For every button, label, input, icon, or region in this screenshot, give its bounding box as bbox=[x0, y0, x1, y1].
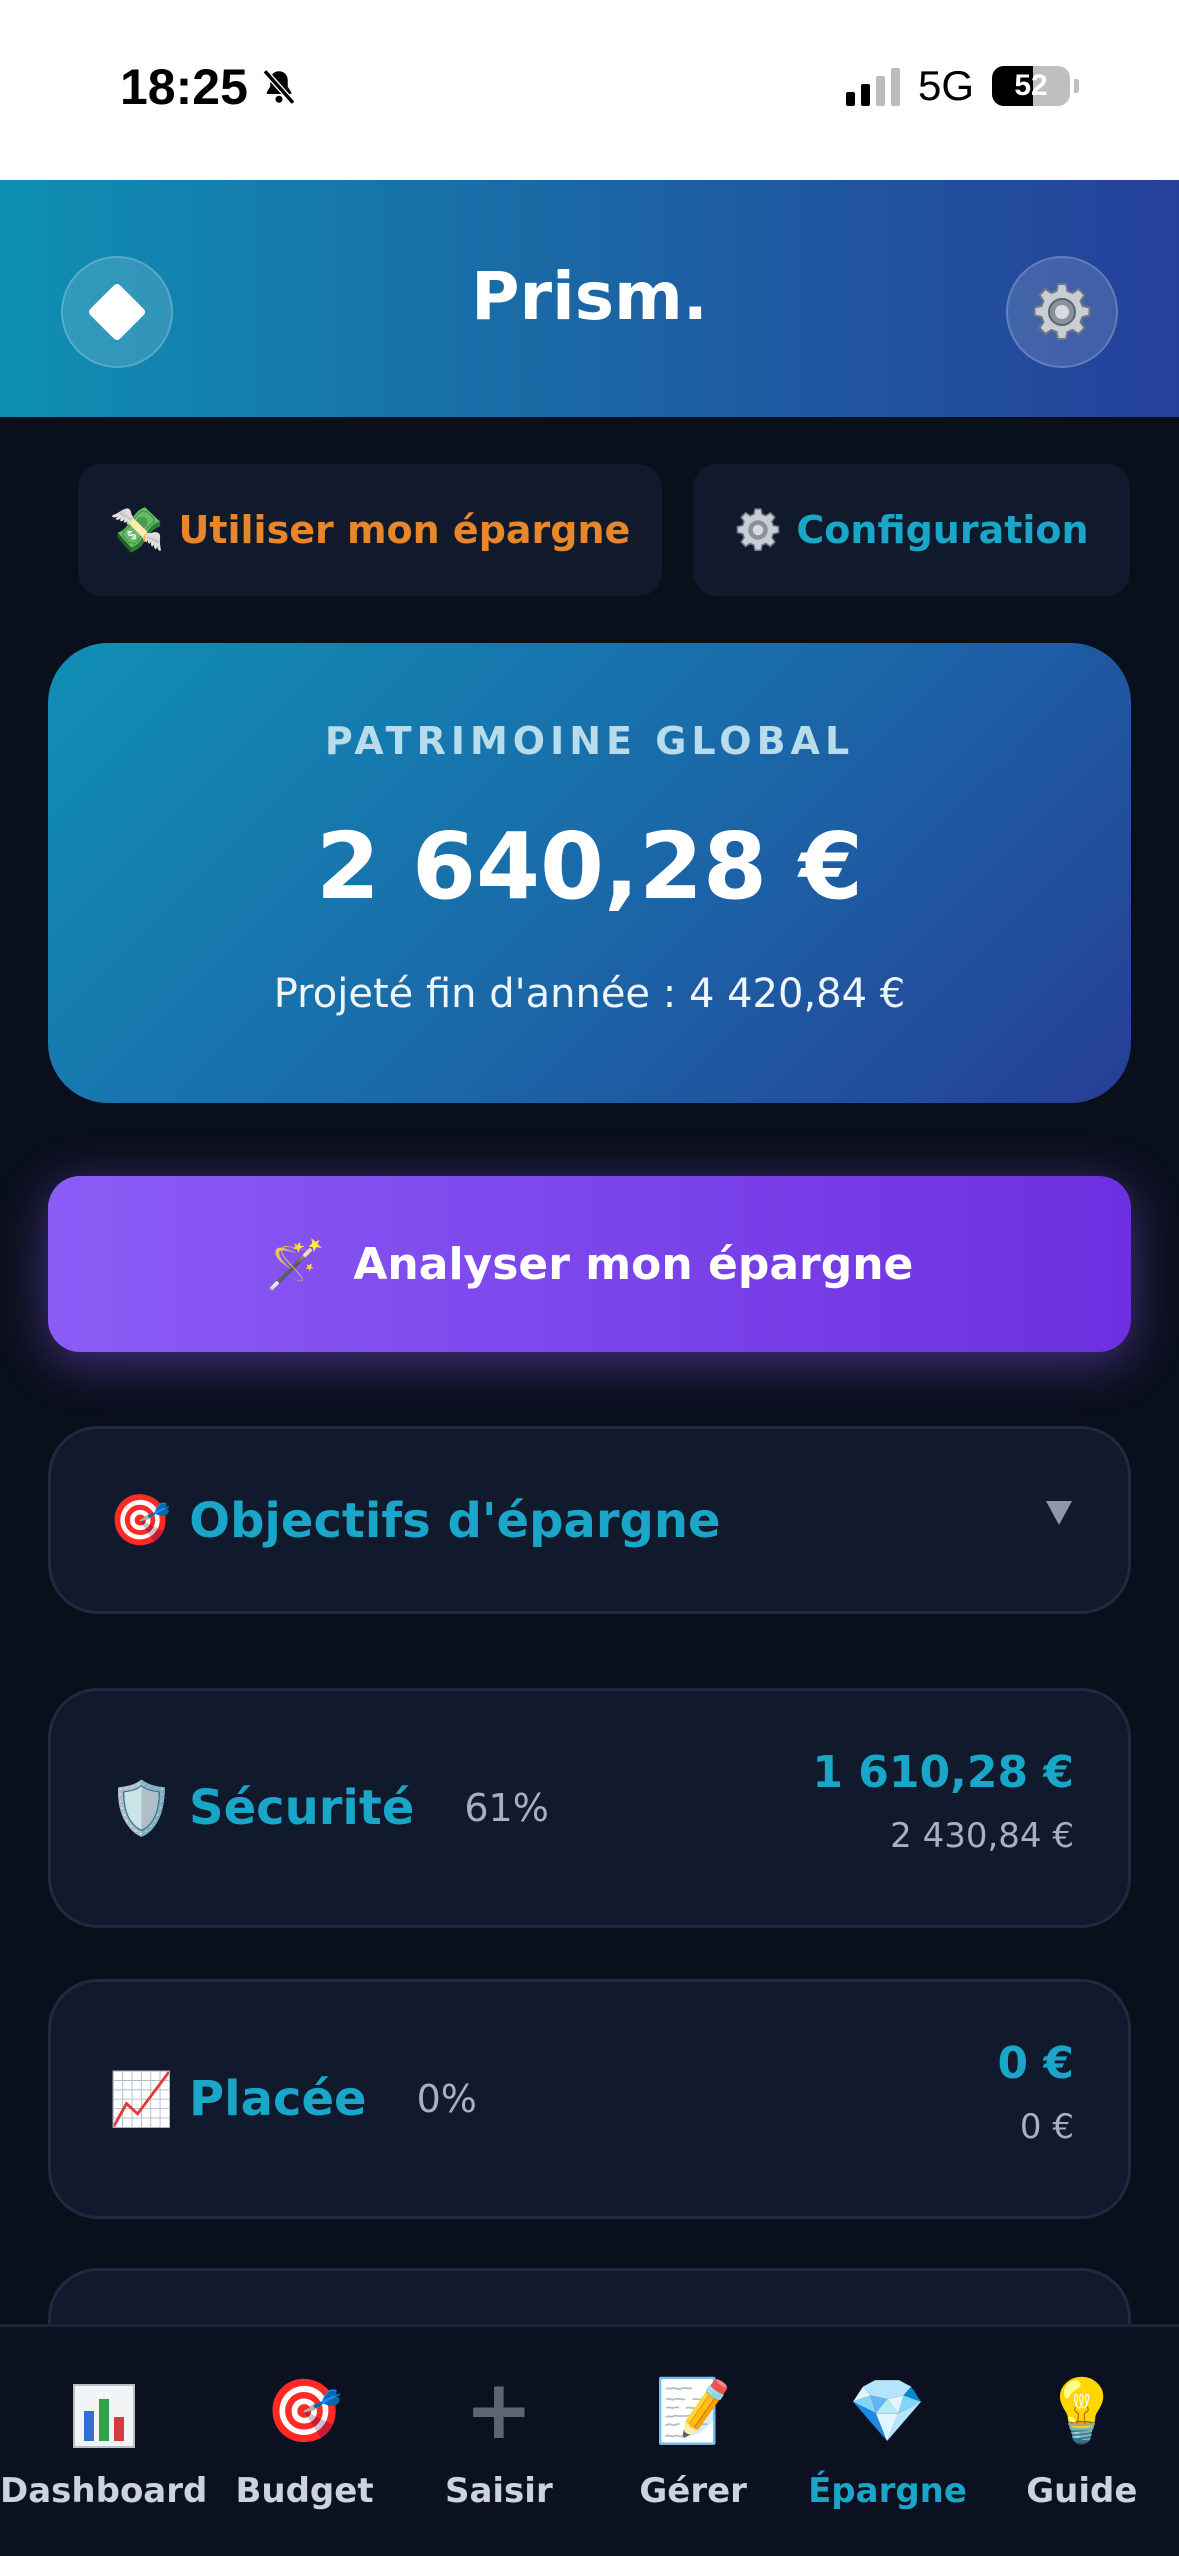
use-savings-button[interactable]: 💸 Utiliser mon épargne bbox=[78, 464, 662, 596]
savings-name: Sécurité bbox=[189, 1780, 415, 1836]
bell-slash-icon bbox=[262, 69, 296, 105]
status-bar: 18:25 5G 52 bbox=[0, 0, 1179, 180]
nav-label: Guide bbox=[1026, 2471, 1138, 2511]
objectives-header: 🎯 Objectifs d'épargne bbox=[109, 1491, 721, 1550]
bottom-nav: Dashboard 🎯 Budget + Saisir 📝 Gérer 💎 Ép… bbox=[0, 2324, 1179, 2556]
bar-chart-icon bbox=[72, 2384, 135, 2448]
savings-target: 0 € bbox=[1019, 2107, 1074, 2147]
savings-percent: 0% bbox=[416, 2077, 477, 2121]
savings-card-placee[interactable]: 📈 Placée 0% 0 € 0 € bbox=[48, 1979, 1131, 2219]
app-header: Prism. bbox=[0, 180, 1179, 417]
savings-percent: 61% bbox=[464, 1786, 549, 1830]
battery-icon: 52 bbox=[992, 66, 1070, 106]
shield-icon: 🛡️ bbox=[109, 1778, 174, 1839]
nav-item-guide[interactable]: 💡 Guide bbox=[985, 2327, 1179, 2556]
configuration-label: Configuration bbox=[796, 508, 1089, 552]
savings-amount: 1 610,28 € bbox=[812, 1747, 1074, 1798]
target-icon: 🎯 bbox=[109, 1491, 172, 1549]
gem-icon: 💎 bbox=[848, 2374, 927, 2447]
money-wings-icon: 💸 bbox=[109, 505, 165, 556]
nav-item-saisir[interactable]: + Saisir bbox=[402, 2327, 596, 2556]
patrimoine-value: 2 640,28 € bbox=[315, 813, 864, 920]
signal-icon bbox=[845, 66, 900, 106]
objectives-title: Objectifs d'épargne bbox=[189, 1492, 721, 1549]
battery-cap bbox=[1074, 79, 1079, 93]
patrimoine-card: PATRIMOINE GLOBAL 2 640,28 € Projeté fin… bbox=[48, 643, 1131, 1103]
status-indicators: 5G 52 bbox=[845, 62, 1079, 110]
savings-card-securite[interactable]: 🛡️ Sécurité 61% 1 610,28 € 2 430,84 € bbox=[48, 1688, 1131, 1928]
app-title: Prism. bbox=[471, 258, 708, 335]
settings-button[interactable] bbox=[1006, 256, 1118, 368]
savings-info: 📈 Placée 0% bbox=[109, 1982, 477, 2216]
gear-icon bbox=[1033, 283, 1091, 340]
gear-icon bbox=[737, 508, 780, 551]
savings-target: 2 430,84 € bbox=[890, 1816, 1074, 1856]
nav-label: Gérer bbox=[639, 2471, 747, 2511]
savings-name: Placée bbox=[189, 2071, 367, 2127]
battery-level: 52 bbox=[1014, 69, 1048, 102]
nav-label: Budget bbox=[235, 2471, 374, 2511]
nav-item-gerer[interactable]: 📝 Gérer bbox=[596, 2327, 790, 2556]
projected-value: Projeté fin d'année : 4 420,84 € bbox=[273, 971, 906, 1017]
clock-text: 18:25 bbox=[120, 59, 248, 115]
analyze-savings-button[interactable]: 🪄 Analyser mon épargne bbox=[48, 1176, 1131, 1352]
nav-item-dashboard[interactable]: Dashboard bbox=[0, 2327, 207, 2556]
patrimoine-label: PATRIMOINE GLOBAL bbox=[324, 719, 855, 763]
nav-label: Épargne bbox=[808, 2471, 967, 2511]
lightbulb-icon: 💡 bbox=[1043, 2374, 1121, 2447]
memo-icon: 📝 bbox=[654, 2374, 732, 2447]
network-type: 5G bbox=[917, 62, 974, 109]
nav-item-epargne[interactable]: 💎 Épargne bbox=[790, 2327, 984, 2556]
savings-amount: 0 € bbox=[997, 2038, 1074, 2089]
configuration-button[interactable]: Configuration bbox=[693, 464, 1130, 596]
nav-item-budget[interactable]: 🎯 Budget bbox=[207, 2327, 401, 2556]
status-time: 18:25 bbox=[120, 58, 300, 116]
use-savings-label: Utiliser mon épargne bbox=[178, 508, 631, 552]
savings-amounts: 0 € 0 € bbox=[997, 2038, 1074, 2147]
analyze-label: Analyser mon épargne bbox=[353, 1238, 914, 1290]
savings-objectives-toggle[interactable]: 🎯 Objectifs d'épargne bbox=[48, 1426, 1131, 1614]
nav-label: Saisir bbox=[444, 2471, 553, 2511]
savings-info: 🛡️ Sécurité 61% bbox=[109, 1691, 549, 1925]
magic-wand-icon: 🪄 bbox=[265, 1236, 326, 1293]
chart-up-icon: 📈 bbox=[109, 2069, 174, 2130]
target-icon: 🎯 bbox=[265, 2374, 344, 2447]
nav-label: Dashboard bbox=[0, 2471, 208, 2511]
chevron-down-icon bbox=[1046, 1501, 1072, 1525]
savings-amounts: 1 610,28 € 2 430,84 € bbox=[812, 1747, 1074, 1856]
plus-icon: + bbox=[464, 2363, 534, 2458]
